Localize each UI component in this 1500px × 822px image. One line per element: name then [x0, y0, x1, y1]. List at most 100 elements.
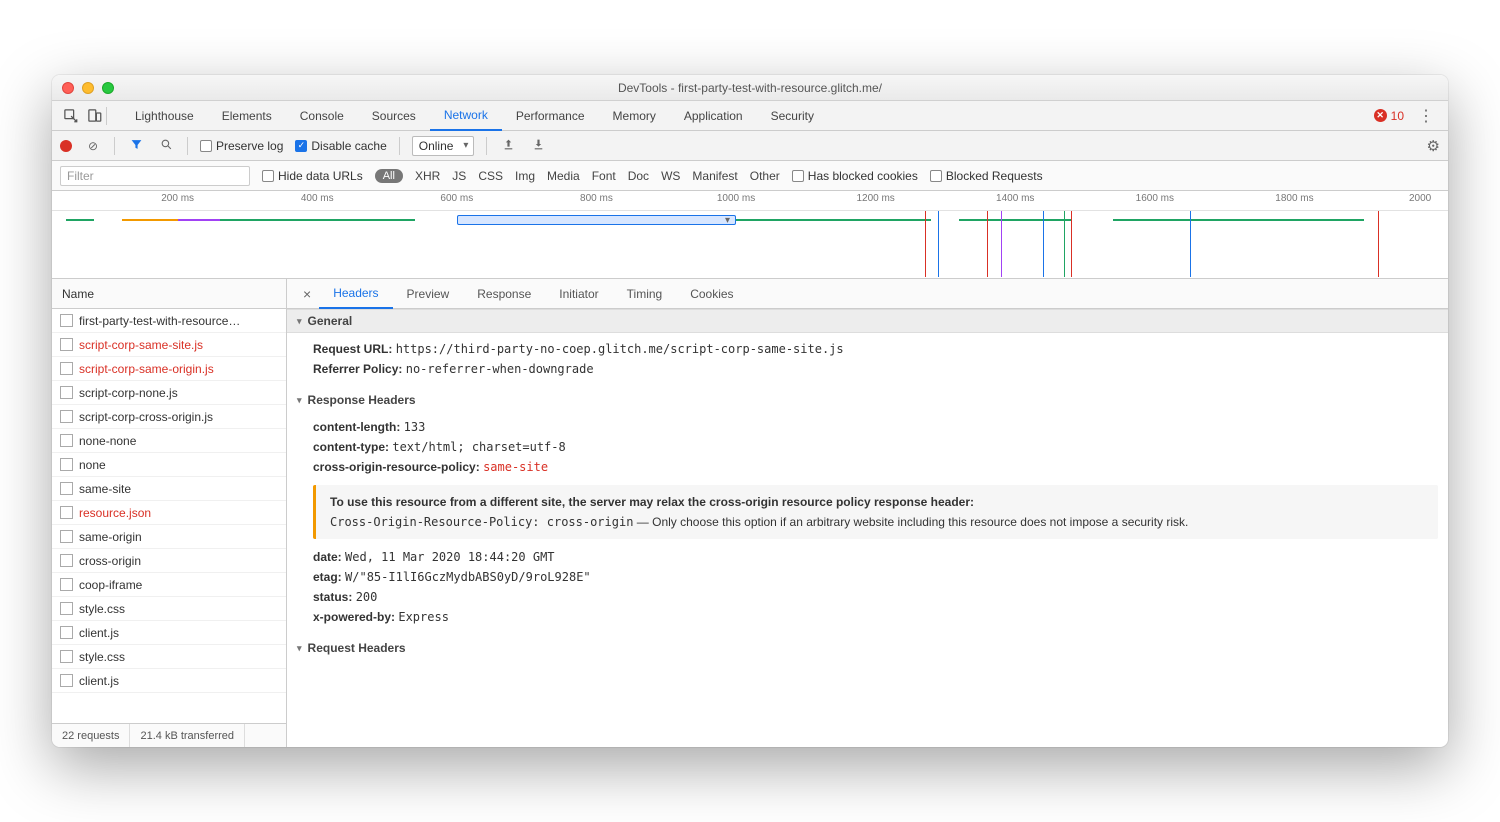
request-row[interactable]: coop-iframe	[52, 573, 286, 597]
filter-xhr[interactable]: XHR	[415, 169, 440, 183]
filter-manifest[interactable]: Manifest	[692, 169, 737, 183]
tab-memory[interactable]: Memory	[599, 101, 670, 131]
request-row[interactable]: client.js	[52, 621, 286, 645]
download-har-icon[interactable]	[529, 138, 547, 154]
file-icon	[60, 482, 73, 495]
request-list-header[interactable]: Name	[52, 279, 286, 309]
devtools-window: DevTools - first-party-test-with-resourc…	[52, 75, 1448, 747]
response-header-row: etag: W/"85-I1lI6GczMydbABS0yD/9roL928E"	[313, 567, 1438, 587]
detail-tab-initiator[interactable]: Initiator	[545, 279, 612, 309]
request-row[interactable]: script-corp-none.js	[52, 381, 286, 405]
filter-js[interactable]: JS	[452, 169, 466, 183]
filter-other[interactable]: Other	[750, 169, 780, 183]
request-row[interactable]: style.css	[52, 597, 286, 621]
request-row[interactable]: style.css	[52, 645, 286, 669]
tab-performance[interactable]: Performance	[502, 101, 599, 131]
request-rows: first-party-test-with-resource… script-co…	[52, 309, 286, 723]
request-row[interactable]: script-corp-same-site.js	[52, 333, 286, 357]
detail-tab-headers[interactable]: Headers	[319, 279, 392, 309]
request-name: coop-iframe	[79, 578, 142, 592]
tab-network[interactable]: Network	[430, 101, 502, 131]
response-header-row: cross-origin-resource-policy: same-site	[313, 457, 1438, 477]
request-url-row: Request URL: https://third-party-no-coep…	[313, 339, 1438, 359]
request-name: same-site	[79, 482, 131, 496]
close-detail-icon[interactable]: ×	[295, 286, 319, 302]
tab-sources[interactable]: Sources	[358, 101, 430, 131]
request-row[interactable]: resource.json	[52, 501, 286, 525]
section-response-headers[interactable]: Response Headers	[287, 389, 1448, 411]
tab-lighthouse[interactable]: Lighthouse	[121, 101, 208, 131]
network-statusbar: 22 requests 21.4 kB transferred	[52, 723, 286, 747]
inspect-icon[interactable]	[58, 104, 82, 128]
filter-media[interactable]: Media	[547, 169, 580, 183]
error-number: 10	[1391, 109, 1404, 123]
file-icon	[60, 458, 73, 471]
filter-icon[interactable]	[127, 138, 145, 154]
network-toolbar: ⊘ Preserve log ✓ Disable cache Online ⚙	[52, 131, 1448, 161]
request-row[interactable]: none	[52, 453, 286, 477]
request-name: none	[79, 458, 106, 472]
detail-tab-timing[interactable]: Timing	[613, 279, 677, 309]
request-row[interactable]: script-corp-same-origin.js	[52, 357, 286, 381]
section-general[interactable]: General	[287, 309, 1448, 333]
request-row[interactable]: same-site	[52, 477, 286, 501]
headers-sections: General Request URL: https://third-party…	[287, 309, 1448, 747]
corp-callout: To use this resource from a different si…	[313, 485, 1438, 539]
filter-img[interactable]: Img	[515, 169, 535, 183]
filter-css[interactable]: CSS	[478, 169, 503, 183]
error-count[interactable]: ✕ 10	[1374, 109, 1404, 123]
hide-data-urls-checkbox[interactable]: Hide data URLs	[262, 169, 363, 183]
request-detail-panel: × Headers Preview Response Initiator Tim…	[287, 279, 1448, 747]
detail-tabs: × Headers Preview Response Initiator Tim…	[287, 279, 1448, 309]
tab-application[interactable]: Application	[670, 101, 757, 131]
file-icon	[60, 386, 73, 399]
file-icon	[60, 506, 73, 519]
record-button[interactable]	[60, 140, 72, 152]
timeline-selection[interactable]	[457, 215, 736, 225]
request-name: none-none	[79, 434, 136, 448]
response-header-row: date: Wed, 11 Mar 2020 18:44:20 GMT	[313, 547, 1438, 567]
filter-ws[interactable]: WS	[661, 169, 680, 183]
detail-tab-cookies[interactable]: Cookies	[676, 279, 747, 309]
tab-security[interactable]: Security	[757, 101, 828, 131]
section-request-headers[interactable]: Request Headers	[287, 637, 1448, 659]
disable-cache-checkbox[interactable]: ✓ Disable cache	[295, 139, 386, 153]
timeline-overview[interactable]: 200 ms 400 ms 600 ms 800 ms 1000 ms 1200…	[52, 191, 1448, 279]
window-title: DevTools - first-party-test-with-resourc…	[52, 81, 1448, 95]
settings-icon[interactable]: ⚙	[1427, 137, 1440, 155]
request-row[interactable]: none-none	[52, 429, 286, 453]
search-icon[interactable]	[157, 138, 175, 154]
filter-doc[interactable]: Doc	[628, 169, 649, 183]
throttling-select[interactable]: Online	[412, 136, 475, 156]
request-name: script-corp-same-site.js	[79, 338, 203, 352]
blocked-cookies-checkbox[interactable]: Has blocked cookies	[792, 169, 918, 183]
file-icon	[60, 434, 73, 447]
filter-bar: Filter Hide data URLs All XHR JS CSS Img…	[52, 161, 1448, 191]
request-row[interactable]: script-corp-cross-origin.js	[52, 405, 286, 429]
response-header-row: status: 200	[313, 587, 1438, 607]
device-toggle-icon[interactable]	[82, 104, 106, 128]
detail-tab-preview[interactable]: Preview	[393, 279, 464, 309]
tab-elements[interactable]: Elements	[208, 101, 286, 131]
detail-tab-response[interactable]: Response	[463, 279, 545, 309]
upload-har-icon[interactable]	[499, 138, 517, 154]
more-menu-icon[interactable]: ⋮	[1412, 106, 1440, 126]
request-row[interactable]: same-origin	[52, 525, 286, 549]
separator	[106, 107, 107, 125]
main-tabbar: Lighthouse Elements Console Sources Netw…	[52, 101, 1448, 131]
blocked-requests-checkbox[interactable]: Blocked Requests	[930, 169, 1043, 183]
main-tabs: Lighthouse Elements Console Sources Netw…	[121, 101, 828, 131]
filter-all-pill[interactable]: All	[375, 169, 403, 183]
tab-console[interactable]: Console	[286, 101, 358, 131]
filter-input[interactable]: Filter	[60, 166, 250, 186]
request-row[interactable]: client.js	[52, 669, 286, 693]
preserve-log-checkbox[interactable]: Preserve log	[200, 139, 283, 153]
filter-font[interactable]: Font	[592, 169, 616, 183]
response-header-row: content-length: 133	[313, 417, 1438, 437]
request-row[interactable]: first-party-test-with-resource…	[52, 309, 286, 333]
response-header-row: content-type: text/html; charset=utf-8	[313, 437, 1438, 457]
clear-icon[interactable]: ⊘	[84, 139, 102, 153]
file-icon	[60, 650, 73, 663]
request-row[interactable]: cross-origin	[52, 549, 286, 573]
error-icon: ✕	[1374, 109, 1387, 122]
